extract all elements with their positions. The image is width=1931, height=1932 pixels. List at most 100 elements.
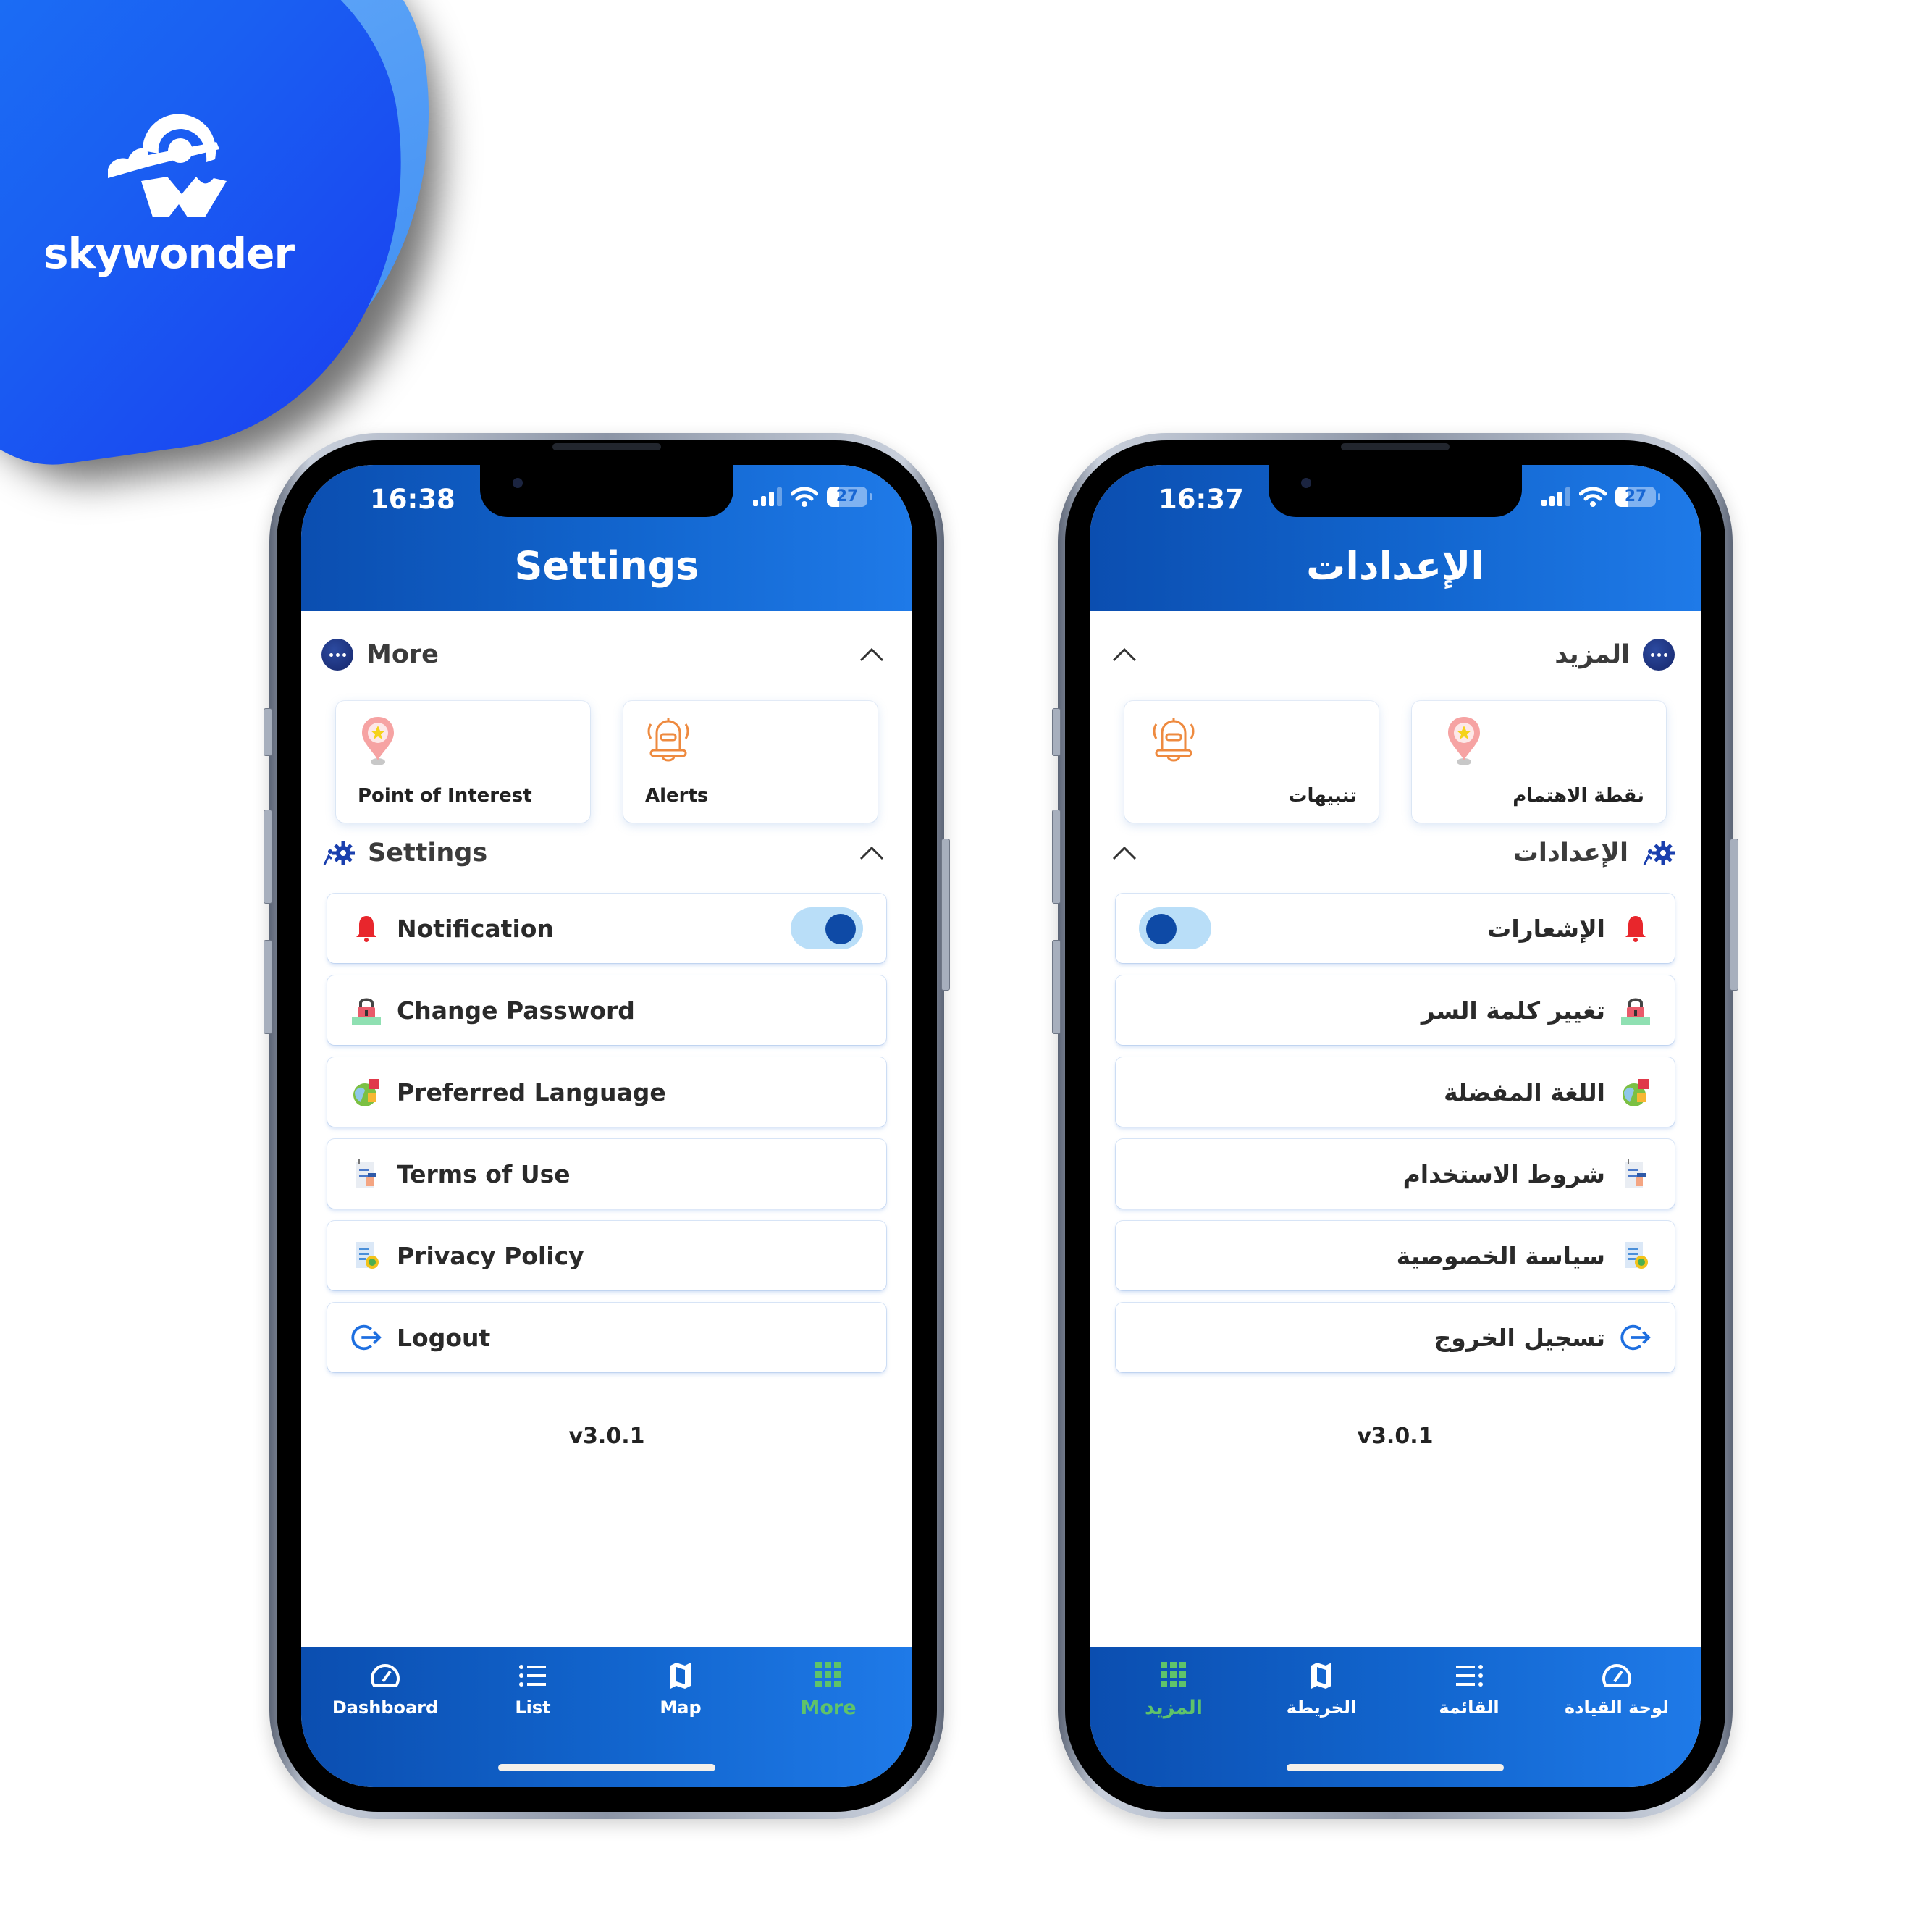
tile-label: تنبيهات bbox=[1288, 785, 1357, 807]
notification-toggle[interactable] bbox=[1139, 907, 1211, 949]
more-section-title: More bbox=[366, 640, 439, 669]
logout-icon bbox=[350, 1320, 382, 1355]
row-label: الإشعارات bbox=[1487, 914, 1605, 943]
tab-dashboard[interactable]: لوحة القيادة bbox=[1543, 1647, 1691, 1726]
tab-label: List bbox=[515, 1697, 551, 1718]
gears-icon bbox=[1643, 841, 1675, 865]
app-version: v3.0.1 bbox=[568, 1424, 645, 1449]
more-section-header[interactable]: المزيد bbox=[1110, 633, 1675, 676]
map-pin-star-icon bbox=[362, 717, 394, 765]
battery-icon: 27 bbox=[1615, 487, 1660, 507]
row-change-password[interactable]: تغيير كلمة السر bbox=[1116, 975, 1675, 1045]
bell-icon bbox=[350, 911, 382, 946]
tile-label: Point of Interest bbox=[358, 785, 532, 807]
front-camera bbox=[513, 478, 523, 488]
gears-icon bbox=[323, 841, 355, 865]
logout-icon bbox=[1620, 1320, 1652, 1355]
wifi-icon bbox=[791, 487, 818, 507]
row-terms-of-use[interactable]: شروط الاستخدام bbox=[1116, 1139, 1675, 1209]
row-label: Notification bbox=[397, 914, 554, 943]
row-logout[interactable]: تسجيل الخروج bbox=[1116, 1303, 1675, 1372]
lock-icon bbox=[350, 993, 382, 1028]
row-label: اللغة المفضلة bbox=[1444, 1078, 1605, 1106]
more-dots-icon bbox=[321, 639, 353, 671]
phone-speaker bbox=[552, 443, 661, 450]
bell-icon bbox=[1620, 911, 1652, 946]
notch bbox=[1269, 465, 1522, 517]
notification-toggle[interactable] bbox=[791, 907, 863, 949]
row-privacy-policy[interactable]: Privacy Policy bbox=[327, 1221, 886, 1290]
phone-volume-down-button bbox=[264, 940, 272, 1034]
page-title: الإعدادات bbox=[1306, 543, 1484, 589]
list-icon bbox=[517, 1660, 549, 1692]
more-dots-icon bbox=[1643, 639, 1675, 671]
speedometer-icon bbox=[369, 1660, 401, 1692]
row-terms-of-use[interactable]: Terms of Use bbox=[327, 1139, 886, 1209]
document-icon bbox=[1620, 1156, 1652, 1191]
row-label: سياسة الخصوصية bbox=[1396, 1241, 1605, 1270]
map-icon bbox=[665, 1660, 697, 1692]
settings-list: الإشعارات تغيير كلمة السر اللغة المفضلة … bbox=[1116, 894, 1675, 1385]
settings-section-header[interactable]: الإعدادات bbox=[1110, 831, 1675, 875]
tile-alerts[interactable]: تنبيهات bbox=[1124, 701, 1379, 823]
more-tiles: Point of Interest Alerts bbox=[336, 701, 878, 823]
settings-screen: 16:38 27 Settings More Point of Interest… bbox=[301, 465, 912, 1787]
settings-screen-arabic: 16:37 27 الإعدادات المزيد نقطة الاهتمام … bbox=[1090, 465, 1701, 1787]
more-section-header[interactable]: More bbox=[321, 633, 886, 676]
map-pin-star-icon bbox=[1448, 717, 1480, 765]
grid-icon bbox=[1158, 1659, 1190, 1691]
tab-more[interactable]: More bbox=[754, 1647, 902, 1726]
home-indicator[interactable] bbox=[1287, 1764, 1504, 1771]
chevron-up-icon[interactable] bbox=[1110, 839, 1139, 868]
tile-point-of-interest[interactable]: نقطة الاهتمام bbox=[1412, 701, 1666, 823]
phone-mute-switch bbox=[264, 708, 272, 756]
row-privacy-policy[interactable]: سياسة الخصوصية bbox=[1116, 1221, 1675, 1290]
toggle-knob bbox=[1146, 914, 1177, 944]
row-notification[interactable]: الإشعارات bbox=[1116, 894, 1675, 963]
row-change-password[interactable]: Change Password bbox=[327, 975, 886, 1045]
row-preferred-language[interactable]: اللغة المفضلة bbox=[1116, 1057, 1675, 1127]
status-time: 16:38 bbox=[370, 484, 455, 515]
wifi-icon bbox=[1579, 487, 1607, 507]
settings-section-header[interactable]: Settings bbox=[321, 831, 886, 875]
tile-alerts[interactable]: Alerts bbox=[623, 701, 878, 823]
row-label: Logout bbox=[397, 1323, 491, 1352]
phone-mute-switch bbox=[1052, 708, 1061, 756]
phone-speaker bbox=[1341, 443, 1450, 450]
row-label: شروط الاستخدام bbox=[1402, 1159, 1605, 1188]
phone-english: 16:38 27 Settings More Point of Interest… bbox=[264, 433, 950, 1819]
tab-label: لوحة القيادة bbox=[1564, 1697, 1670, 1718]
row-preferred-language[interactable]: Preferred Language bbox=[327, 1057, 886, 1127]
tab-label: Dashboard bbox=[332, 1697, 439, 1718]
chevron-up-icon[interactable] bbox=[857, 839, 886, 868]
notch bbox=[480, 465, 733, 517]
tile-point-of-interest[interactable]: Point of Interest bbox=[336, 701, 590, 823]
grid-icon bbox=[812, 1659, 844, 1691]
tab-dashboard[interactable]: Dashboard bbox=[311, 1647, 459, 1726]
map-icon bbox=[1305, 1660, 1337, 1692]
tab-map[interactable]: Map bbox=[607, 1647, 754, 1726]
tab-list[interactable]: القائمة bbox=[1395, 1647, 1543, 1726]
document-icon bbox=[350, 1156, 382, 1191]
home-indicator[interactable] bbox=[498, 1764, 715, 1771]
settings-section-title: Settings bbox=[368, 839, 488, 868]
language-icon bbox=[350, 1075, 382, 1109]
row-logout[interactable]: Logout bbox=[327, 1303, 886, 1372]
tab-more[interactable]: المزيد bbox=[1100, 1647, 1248, 1726]
lock-icon bbox=[1620, 993, 1652, 1028]
chevron-up-icon[interactable] bbox=[857, 640, 886, 669]
tab-list[interactable]: List bbox=[459, 1647, 607, 1726]
row-label: Terms of Use bbox=[397, 1159, 571, 1188]
alert-bell-icon bbox=[647, 718, 689, 762]
row-notification[interactable]: Notification bbox=[327, 894, 886, 963]
chevron-up-icon[interactable] bbox=[1110, 640, 1139, 669]
tab-map[interactable]: الخريطة bbox=[1248, 1647, 1395, 1726]
skywonder-logo-icon bbox=[108, 114, 227, 217]
app-version: v3.0.1 bbox=[1357, 1424, 1434, 1449]
page-title: Settings bbox=[514, 543, 699, 589]
language-icon bbox=[1620, 1075, 1652, 1109]
row-label: Privacy Policy bbox=[397, 1241, 584, 1270]
tab-label: الخريطة bbox=[1286, 1697, 1357, 1718]
battery-icon: 27 bbox=[827, 487, 872, 507]
list-icon bbox=[1453, 1660, 1485, 1692]
